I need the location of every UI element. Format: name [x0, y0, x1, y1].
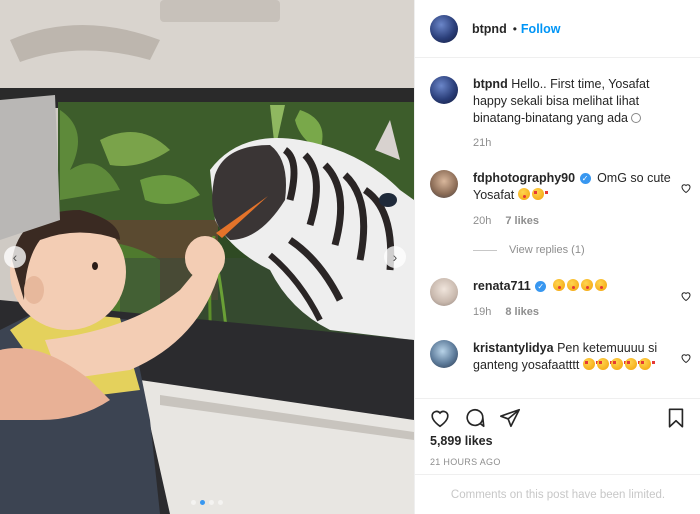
heart-eyes-emoji	[610, 358, 627, 370]
chevron-right-icon: ›	[392, 249, 398, 265]
carousel-dot	[218, 500, 223, 505]
yum-emoji	[594, 279, 607, 291]
heart-eyes-emoji	[638, 358, 655, 370]
separator-bullet: •	[512, 21, 517, 36]
view-replies-label: View replies (1)	[509, 244, 585, 256]
commenter-avatar[interactable]	[430, 170, 458, 198]
heart-eyes-emoji	[624, 358, 641, 370]
commenter-username[interactable]: fdphotography90	[473, 171, 575, 185]
commenter-avatar[interactable]	[430, 340, 458, 368]
comment-like-heart-icon[interactable]	[680, 290, 692, 302]
post-timestamp: 21 HOURS AGO	[430, 457, 501, 467]
comment-icon[interactable]	[464, 407, 486, 429]
share-icon[interactable]	[499, 407, 521, 429]
heart-eyes-emoji	[531, 188, 548, 200]
instagram-post: ‹ › btpnd • Follow btpnd Hello.. First t…	[0, 0, 700, 514]
bookmark-icon[interactable]	[665, 407, 687, 429]
comment-likes[interactable]: 7 likes	[505, 213, 539, 230]
author-avatar[interactable]	[430, 14, 458, 43]
commenter-username[interactable]: kristantylidya	[473, 341, 554, 355]
follow-button[interactable]: Follow	[521, 22, 561, 36]
heart-eyes-emoji	[596, 358, 613, 370]
caption-username[interactable]: btpnd	[473, 77, 508, 91]
yum-emoji	[517, 188, 530, 200]
yum-emoji	[580, 279, 593, 291]
carousel-indicator	[0, 500, 414, 505]
comment-likes[interactable]: 8 likes	[505, 304, 539, 321]
comment-like-heart-icon[interactable]	[680, 352, 692, 364]
post-photo[interactable]: ‹ ›	[0, 0, 414, 514]
carousel-prev-button[interactable]: ‹	[4, 246, 26, 268]
replies-divider	[473, 249, 497, 251]
author-avatar[interactable]	[430, 76, 458, 104]
comments-limited-notice: Comments on this post have been limited.	[415, 474, 700, 514]
likes-count[interactable]: 5,899 likes	[430, 434, 493, 448]
carousel-next-button[interactable]: ›	[384, 246, 406, 268]
comment-time: 19h	[473, 306, 492, 318]
heart-eyes-emoji	[582, 358, 599, 370]
author-username[interactable]: btpnd	[472, 22, 507, 36]
comment-like-heart-icon[interactable]	[680, 182, 692, 194]
heart-icon[interactable]	[429, 407, 451, 429]
carousel-dot-active	[200, 500, 205, 505]
verified-badge-icon: ✓	[535, 281, 547, 293]
post-sidebar: btpnd • Follow btpnd Hello.. First time,…	[414, 0, 700, 514]
caption-time: 21h	[473, 137, 492, 149]
carousel-dot	[209, 500, 214, 505]
smile-emoji	[631, 113, 642, 123]
photo-illustration	[0, 0, 414, 514]
comments-limited-text: Comments on this post have been limited.	[450, 488, 666, 501]
verified-badge-icon: ✓	[579, 173, 591, 185]
yum-emoji	[552, 279, 565, 291]
action-bar: 5,899 likes 21 HOURS AGO	[415, 398, 700, 474]
comment-time: 20h	[473, 215, 492, 227]
view-replies-button[interactable]: View replies (1)	[473, 244, 585, 256]
commenter-username[interactable]: renata711	[473, 279, 531, 293]
yum-emoji	[566, 279, 579, 291]
chevron-left-icon: ‹	[12, 249, 18, 265]
carousel-dot	[191, 500, 196, 505]
commenter-avatar[interactable]	[430, 278, 458, 306]
comments-section[interactable]: btpnd Hello.. First time, Yosafat happy …	[415, 58, 700, 398]
post-header: btpnd • Follow	[415, 0, 700, 58]
